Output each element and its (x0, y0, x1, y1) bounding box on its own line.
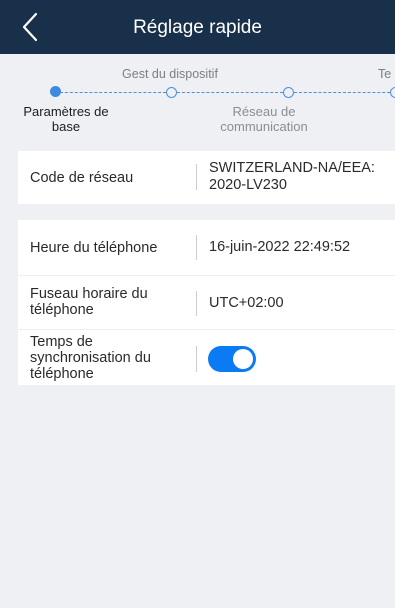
phone-time-row[interactable]: Heure du téléphone 16-juin-2022 22:49:52 (18, 220, 395, 275)
row-divider (196, 164, 197, 190)
step-label-base-params: Paramètres de base (23, 104, 109, 134)
timezone-value: UTC+02:00 (209, 295, 284, 311)
step-dot-communication-network[interactable] (283, 87, 294, 98)
step-connector (177, 92, 283, 93)
step-label-fourth: Te (378, 67, 392, 81)
step-label-device-management: Gest du dispositif (122, 67, 218, 81)
phone-time-value: 16-juin-2022 22:49:52 (209, 239, 351, 255)
step-connector (60, 92, 166, 93)
row-divider (196, 346, 197, 372)
timezone-label: Fuseau horaire du téléphone (30, 286, 148, 318)
network-code-card: Code de réseau SWITZERLAND-NA/EEA: 2020-… (18, 151, 395, 204)
chevron-left-icon (22, 12, 38, 42)
network-code-label: Code de réseau (30, 170, 134, 186)
step-connector (294, 92, 395, 93)
time-sync-toggle[interactable] (208, 346, 256, 372)
step-label-communication-network: Réseau de communication (220, 104, 308, 134)
phone-time-card: Heure du téléphone 16-juin-2022 22:49:52… (18, 220, 395, 385)
step-dot-device-management[interactable] (166, 87, 177, 98)
time-sync-row: Temps de synchronisation du téléphone (18, 329, 395, 385)
page-title: Réglage rapide (133, 17, 262, 38)
step-dot-base-params[interactable] (50, 86, 61, 97)
time-sync-label: Temps de synchronisation du téléphone (30, 334, 151, 382)
toggle-knob (233, 349, 253, 369)
row-divider (196, 235, 197, 260)
network-code-value: SWITZERLAND-NA/EEA: 2020-LV230 (209, 160, 375, 193)
step-dot-fourth[interactable] (390, 87, 395, 98)
timezone-row[interactable]: Fuseau horaire du téléphone UTC+02:00 (18, 275, 395, 329)
quick-settings-screen: Réglage rapide Gest du dispositif Te Par… (0, 0, 395, 608)
setup-stepper: Gest du dispositif Te Paramètres de base… (0, 54, 395, 142)
phone-time-label: Heure du téléphone (30, 240, 158, 256)
network-code-row[interactable]: Code de réseau SWITZERLAND-NA/EEA: 2020-… (18, 151, 395, 204)
row-divider (196, 291, 197, 316)
top-bar: Réglage rapide (0, 0, 395, 54)
back-button[interactable] (14, 10, 48, 44)
